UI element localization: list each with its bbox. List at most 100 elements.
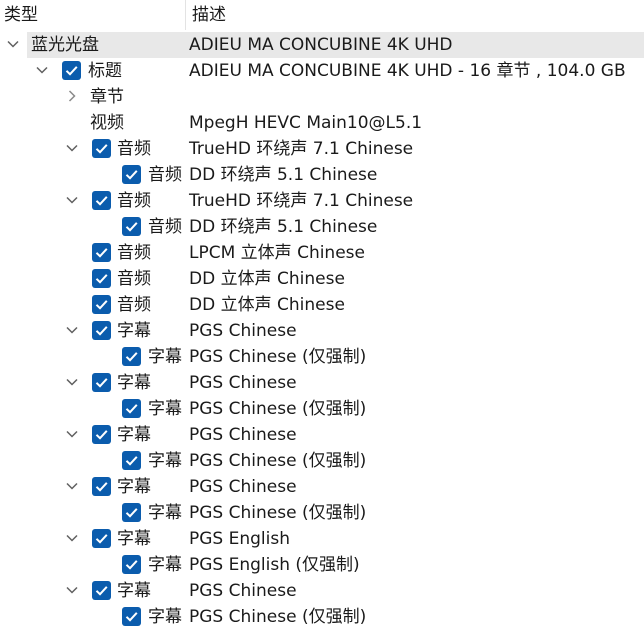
checkmark-icon xyxy=(95,300,108,310)
row-description: PGS Chinese xyxy=(189,373,297,393)
row-type-label: 标题 xyxy=(88,61,122,81)
track-checkbox[interactable] xyxy=(122,555,141,574)
row-description: PGS Chinese xyxy=(189,581,297,601)
row-description: PGS Chinese (仅强制) xyxy=(189,399,367,419)
tree-row[interactable]: 字幕 PGS Chinese (仅强制) xyxy=(0,604,644,630)
row-description: ADIEU MA CONCUBINE 4K UHD - 16 章节 , 104.… xyxy=(189,61,626,81)
row-type-label: 音频 xyxy=(117,269,151,289)
checkmark-icon xyxy=(95,534,108,544)
track-checkbox[interactable] xyxy=(122,607,141,626)
row-type-label: 音频 xyxy=(117,295,151,315)
row-description: PGS Chinese (仅强制) xyxy=(189,347,367,367)
checkmark-icon xyxy=(125,404,138,414)
track-checkbox[interactable] xyxy=(92,373,111,392)
row-type-label: 字幕 xyxy=(148,555,182,575)
track-checkbox[interactable] xyxy=(92,321,111,340)
checkmark-icon xyxy=(95,430,108,440)
track-checkbox[interactable] xyxy=(122,399,141,418)
checkmark-icon xyxy=(95,378,108,388)
tree-row[interactable]: 字幕 PGS Chinese xyxy=(0,370,644,396)
row-description: PGS Chinese xyxy=(189,477,297,497)
chevron-down-icon[interactable] xyxy=(64,192,80,208)
chevron-right-icon[interactable] xyxy=(64,88,80,104)
track-checkbox[interactable] xyxy=(92,295,111,314)
tree-row[interactable]: 标题 ADIEU MA CONCUBINE 4K UHD - 16 章节 , 10… xyxy=(0,58,644,84)
tree-row[interactable]: 字幕 PGS Chinese xyxy=(0,474,644,500)
track-checkbox[interactable] xyxy=(122,165,141,184)
chevron-down-icon[interactable] xyxy=(64,530,80,546)
track-checkbox[interactable] xyxy=(92,139,111,158)
track-checkbox[interactable] xyxy=(122,451,141,470)
track-checkbox[interactable] xyxy=(92,581,111,600)
row-type-label: 字幕 xyxy=(148,347,182,367)
row-type-label: 字幕 xyxy=(117,373,151,393)
column-header-bar: 类型 描述 xyxy=(0,0,644,30)
row-description: PGS English xyxy=(189,529,291,549)
tree-row[interactable]: 字幕 PGS English (仅强制) xyxy=(0,552,644,578)
track-checkbox[interactable] xyxy=(92,477,111,496)
row-type-label: 字幕 xyxy=(148,451,182,471)
column-header-type[interactable]: 类型 xyxy=(4,3,38,27)
tree-row[interactable]: 音频 DD 立体声 Chinese xyxy=(0,266,644,292)
track-checkbox[interactable] xyxy=(122,503,141,522)
track-checkbox[interactable] xyxy=(62,61,81,80)
tree-row[interactable]: 字幕 PGS Chinese xyxy=(0,578,644,604)
row-type-label: 字幕 xyxy=(117,425,151,445)
tree-row[interactable]: 字幕 PGS Chinese xyxy=(0,318,644,344)
track-checkbox[interactable] xyxy=(92,243,111,262)
row-type-label: 音频 xyxy=(148,217,182,237)
tree-row[interactable]: 字幕 PGS Chinese (仅强制) xyxy=(0,344,644,370)
checkmark-icon xyxy=(95,586,108,596)
tree-row[interactable]: 音频 DD 环绕声 5.1 Chinese xyxy=(0,214,644,240)
chevron-down-icon[interactable] xyxy=(64,426,80,442)
tree-row[interactable]: 字幕 PGS Chinese (仅强制) xyxy=(0,448,644,474)
chevron-down-icon[interactable] xyxy=(64,140,80,156)
row-description: MpegH HEVC Main10@L5.1 xyxy=(189,113,423,133)
column-header-description[interactable]: 描述 xyxy=(192,3,226,27)
row-description: TrueHD 环绕声 7.1 Chinese xyxy=(189,139,414,159)
track-checkbox[interactable] xyxy=(122,217,141,236)
chevron-down-icon[interactable] xyxy=(64,582,80,598)
track-checkbox[interactable] xyxy=(92,425,111,444)
row-description: PGS Chinese xyxy=(189,425,297,445)
chevron-down-icon[interactable] xyxy=(34,62,50,78)
tree-row[interactable]: 字幕 PGS Chinese (仅强制) xyxy=(0,396,644,422)
column-divider[interactable] xyxy=(185,0,186,30)
chevron-down-icon[interactable] xyxy=(64,478,80,494)
tree-row[interactable]: 音频 DD 立体声 Chinese xyxy=(0,292,644,318)
row-type-label: 字幕 xyxy=(117,477,151,497)
tree-row[interactable]: 章节 xyxy=(0,84,644,110)
tree-row[interactable]: 音频 LPCM 立体声 Chinese xyxy=(0,240,644,266)
checkmark-icon xyxy=(95,196,108,206)
tree-row[interactable]: 音频 TrueHD 环绕声 7.1 Chinese xyxy=(0,136,644,162)
chevron-down-icon[interactable] xyxy=(64,322,80,338)
tree-row[interactable]: 字幕 PGS Chinese xyxy=(0,422,644,448)
checkmark-icon xyxy=(65,66,78,76)
checkmark-icon xyxy=(125,170,138,180)
tree-row[interactable]: 视频 MpegH HEVC Main10@L5.1 xyxy=(0,110,644,136)
track-checkbox[interactable] xyxy=(122,347,141,366)
track-checkbox[interactable] xyxy=(92,269,111,288)
tree-row[interactable]: 字幕 PGS English xyxy=(0,526,644,552)
checkmark-icon xyxy=(125,456,138,466)
chevron-down-icon[interactable] xyxy=(64,374,80,390)
row-type-label: 字幕 xyxy=(117,529,151,549)
chevron-down-icon[interactable] xyxy=(5,36,21,52)
tree-view: 蓝光光盘 ADIEU MA CONCUBINE 4K UHD 标题 ADIEU MA … xyxy=(0,32,644,630)
row-type-label: 音频 xyxy=(117,243,151,263)
row-type-label: 字幕 xyxy=(148,607,182,627)
checkmark-icon xyxy=(95,144,108,154)
checkmark-icon xyxy=(125,352,138,362)
checkmark-icon xyxy=(95,482,108,492)
row-type-label: 音频 xyxy=(117,139,151,159)
tree-row[interactable]: 蓝光光盘 ADIEU MA CONCUBINE 4K UHD xyxy=(0,32,644,58)
row-type-label: 蓝光光盘 xyxy=(31,35,99,55)
track-checkbox[interactable] xyxy=(92,529,111,548)
checkmark-icon xyxy=(125,612,138,622)
track-checkbox[interactable] xyxy=(92,191,111,210)
tree-row[interactable]: 字幕 PGS Chinese (仅强制) xyxy=(0,500,644,526)
row-description: DD 环绕声 5.1 Chinese xyxy=(189,165,378,185)
tree-row[interactable]: 音频 TrueHD 环绕声 7.1 Chinese xyxy=(0,188,644,214)
tree-row[interactable]: 音频 DD 环绕声 5.1 Chinese xyxy=(0,162,644,188)
row-type-label: 音频 xyxy=(148,165,182,185)
